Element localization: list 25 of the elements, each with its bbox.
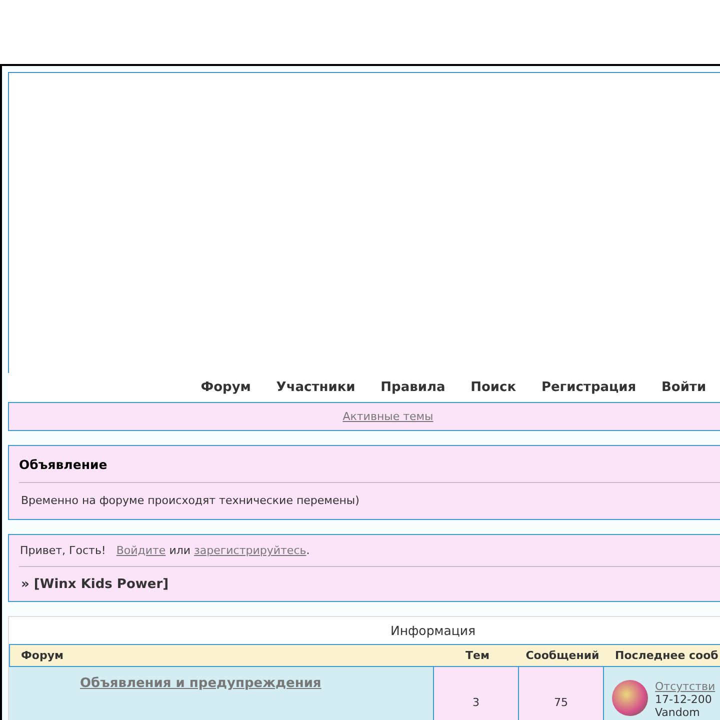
nav-link[interactable]: Войти — [648, 380, 719, 395]
welcome-text: Привет, Гость! Войдите или зарегистрируйтесь. — [19, 543, 311, 559]
nav-link[interactable]: Участники — [264, 380, 368, 395]
column-header: Сообщений — [524, 649, 600, 662]
avatar-icon — [612, 680, 648, 716]
table-cell: 3 — [434, 667, 519, 720]
last-post-link[interactable]: Отсутстви — [655, 680, 716, 693]
last-post-author: Vandom — [655, 706, 701, 719]
register-link[interactable]: зарегистрируйтесь — [194, 544, 306, 557]
active-topics-link[interactable]: Активные темы — [342, 410, 434, 423]
announcement-text: Временно на форуме происходят технические перемены) — [20, 493, 360, 509]
forum-link[interactable]: Объявления и предупреждения — [80, 676, 322, 691]
nav-link[interactable]: Поиск — [458, 380, 529, 395]
last-post-date: 17-12-200 — [655, 693, 713, 706]
column-header: Тем — [464, 649, 490, 662]
nav-link[interactable]: Правила — [368, 380, 458, 395]
column-header: Форум — [20, 649, 65, 662]
login-link[interactable]: Войдите — [116, 544, 166, 557]
table-cell: 75 — [519, 667, 604, 720]
nav-link[interactable]: Форум — [188, 380, 264, 395]
announcement-title: Объявление — [19, 456, 108, 474]
nav-link[interactable]: Регистрация — [528, 380, 649, 395]
column-header: Последнее сооб — [614, 649, 720, 662]
board-title: » [Winx Kids Power] — [20, 576, 170, 594]
table-title: Информация — [389, 622, 477, 640]
